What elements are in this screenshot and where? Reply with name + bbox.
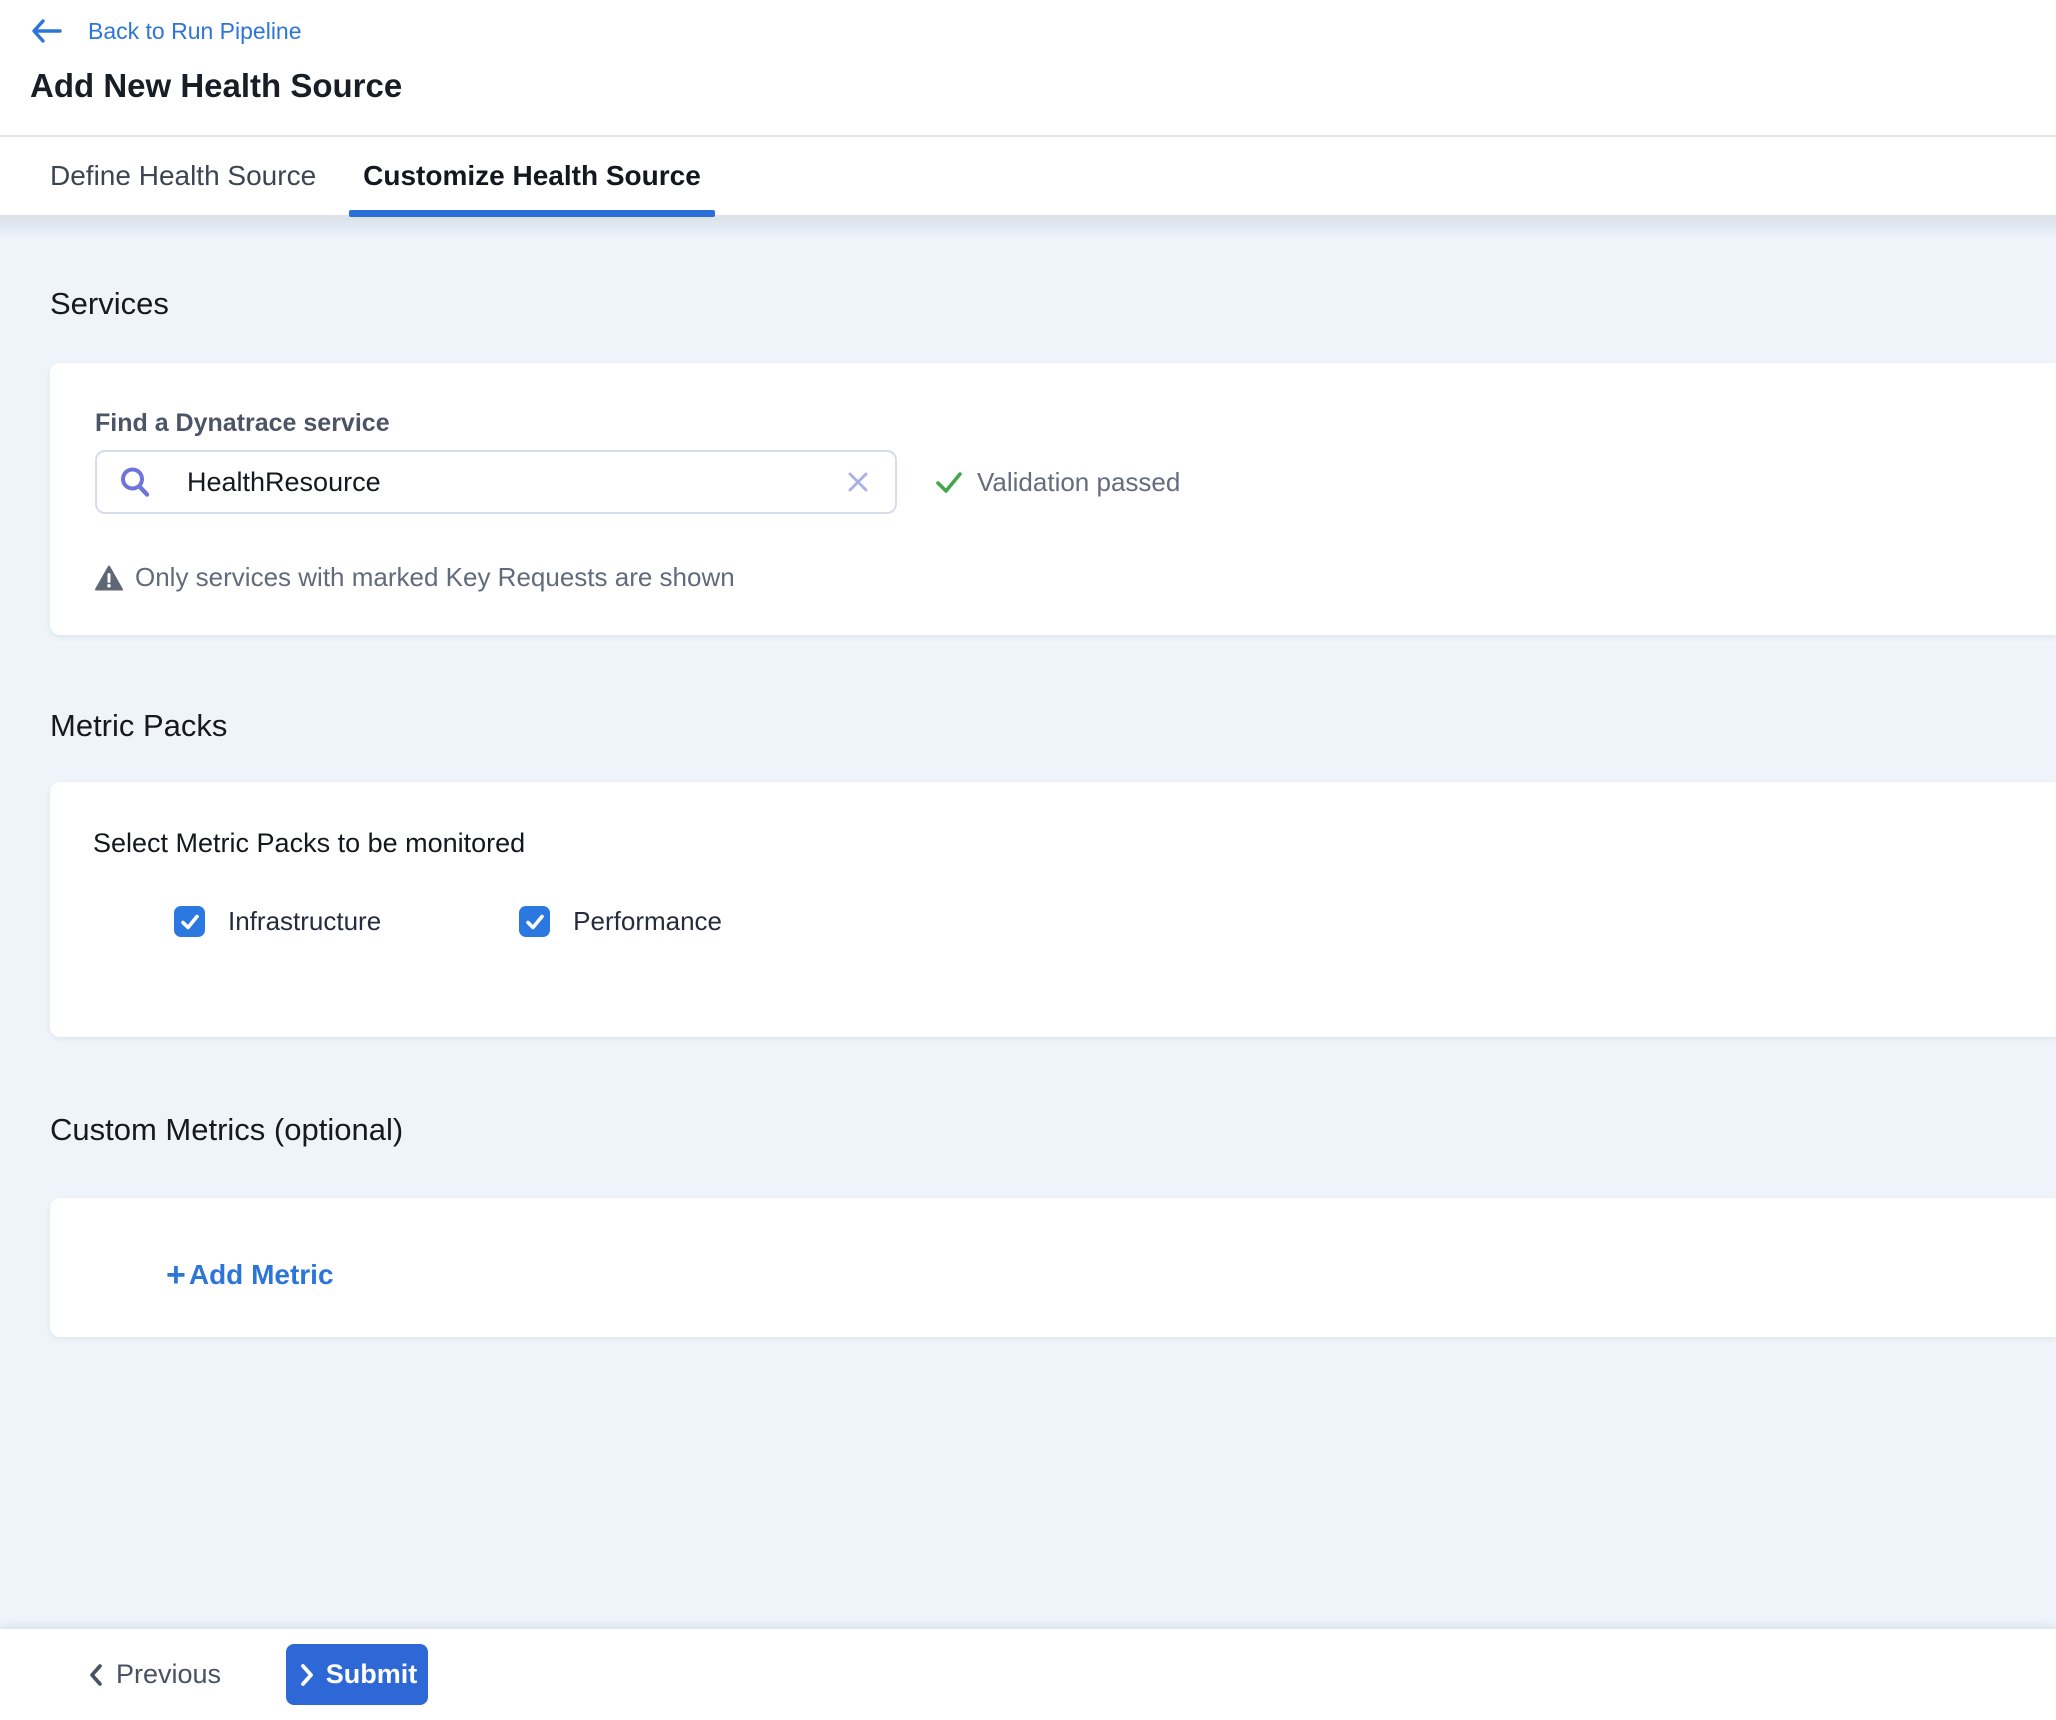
main-content: Services Find a Dynatrace service	[0, 217, 2056, 1629]
arrow-left-icon[interactable]	[30, 18, 62, 44]
metric-packs-heading: Metric Packs	[50, 707, 2056, 745]
checkbox-label: Infrastructure	[228, 906, 381, 937]
checkbox-label: Performance	[573, 906, 722, 937]
service-search-box	[95, 450, 897, 514]
tab-define-health-source[interactable]: Define Health Source	[36, 137, 330, 215]
plus-icon: +	[166, 1260, 186, 1290]
add-metric-button[interactable]: + Add Metric	[166, 1259, 334, 1291]
chevron-right-icon	[297, 1661, 317, 1689]
checkbox-performance[interactable]: Performance	[519, 906, 722, 937]
custom-metrics-heading: Custom Metrics (optional)	[50, 1111, 2056, 1149]
footer-bar: Previous Submit	[0, 1629, 2056, 1720]
warning-triangle-icon	[95, 565, 123, 591]
search-icon	[118, 465, 152, 499]
submit-button[interactable]: Submit	[286, 1644, 428, 1705]
close-icon[interactable]	[845, 469, 871, 495]
tab-bar: Define Health Source Customize Health So…	[0, 137, 2056, 217]
metric-packs-options: Infrastructure Performance	[174, 906, 2056, 937]
check-icon	[934, 467, 964, 497]
services-heading: Services	[50, 285, 2056, 323]
submit-label: Submit	[326, 1659, 418, 1690]
back-to-run-pipeline-link[interactable]: Back to Run Pipeline	[88, 18, 302, 45]
validation-status: Validation passed	[934, 467, 1180, 498]
warning-text: Only services with marked Key Requests a…	[135, 562, 735, 593]
page-title: Add New Health Source	[30, 66, 2056, 106]
services-card: Find a Dynatrace service	[50, 363, 2056, 635]
search-field-label: Find a Dynatrace service	[95, 363, 2056, 437]
previous-button[interactable]: Previous	[85, 1659, 221, 1690]
add-metric-label: Add Metric	[189, 1259, 334, 1291]
service-search-input[interactable]	[187, 467, 845, 498]
chevron-left-icon	[85, 1660, 107, 1690]
search-row: Validation passed	[95, 450, 2056, 514]
checkbox-checked-icon[interactable]	[519, 906, 550, 937]
metric-packs-card: Select Metric Packs to be monitored Infr…	[50, 782, 2056, 1037]
tab-customize-health-source[interactable]: Customize Health Source	[349, 137, 715, 215]
previous-label: Previous	[116, 1659, 221, 1690]
page-header: Back to Run Pipeline Add New Health Sour…	[0, 0, 2056, 217]
custom-metrics-card: + Add Metric	[50, 1198, 2056, 1337]
back-row: Back to Run Pipeline	[30, 0, 2056, 46]
metric-packs-subtitle: Select Metric Packs to be monitored	[93, 782, 2056, 859]
warning-row: Only services with marked Key Requests a…	[95, 562, 2056, 593]
checkbox-infrastructure[interactable]: Infrastructure	[174, 906, 381, 937]
validation-text: Validation passed	[977, 467, 1180, 498]
checkbox-checked-icon[interactable]	[174, 906, 205, 937]
